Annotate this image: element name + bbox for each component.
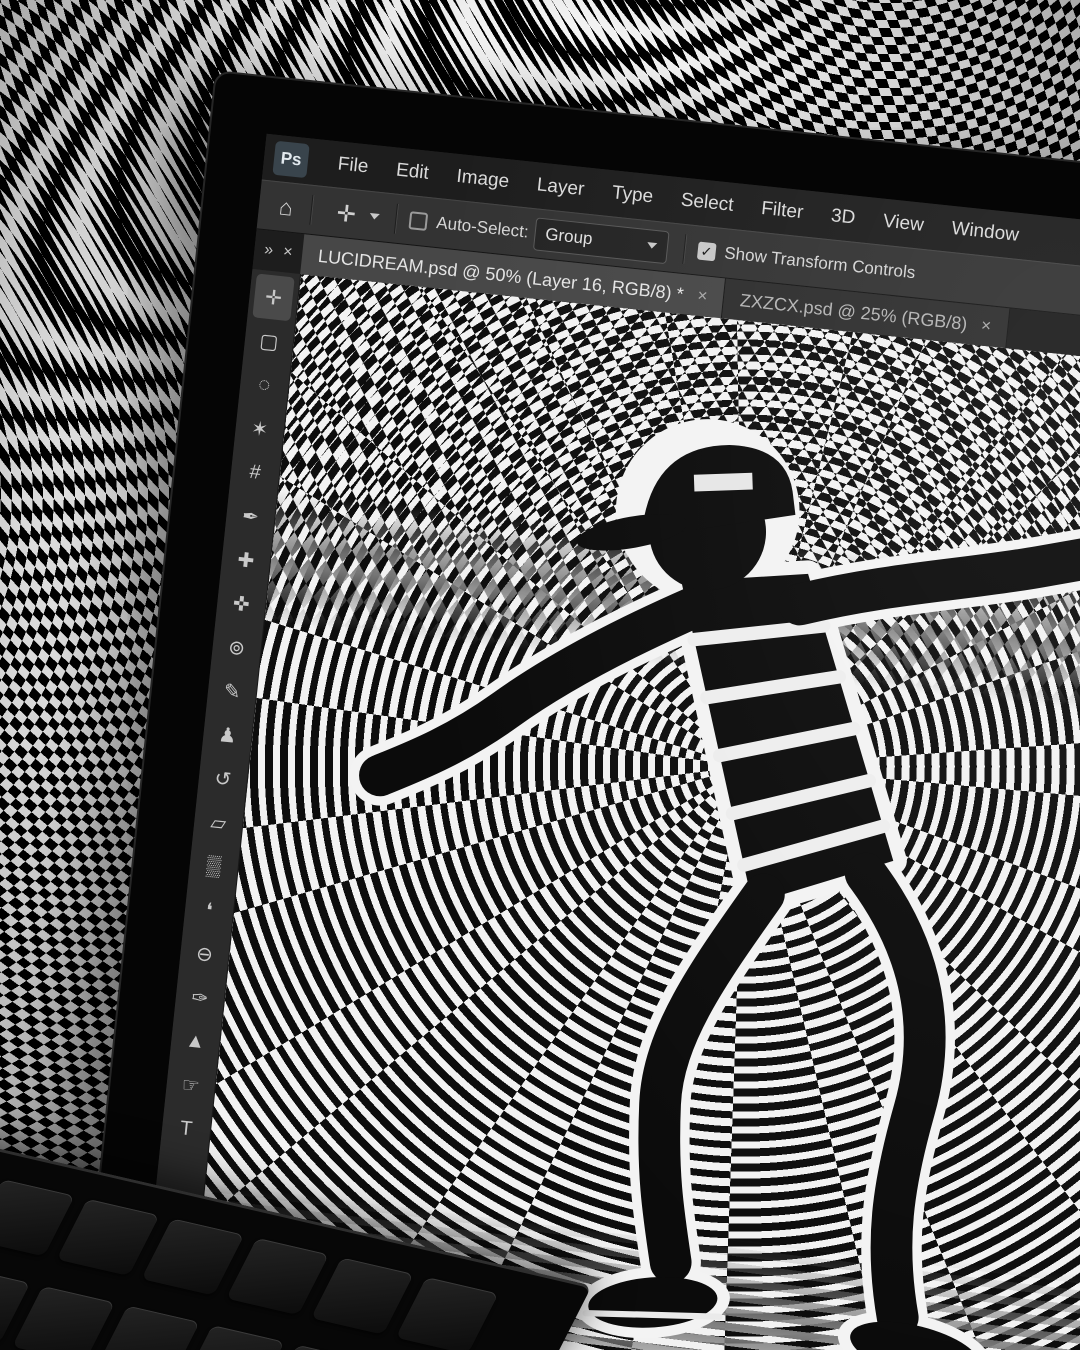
chevron-down-icon xyxy=(369,212,381,221)
keyboard-key xyxy=(97,1305,201,1350)
dodge-tool[interactable]: ⊖ xyxy=(183,930,225,978)
document-canvas[interactable] xyxy=(164,274,1080,1350)
keyboard-key xyxy=(12,1285,116,1350)
crop-tool-icon: # xyxy=(248,460,262,484)
eyedropper-tool[interactable]: ✒ xyxy=(229,492,271,540)
type-tool[interactable]: T xyxy=(165,1105,207,1153)
type-tool-icon: T xyxy=(178,1116,194,1140)
patch-tool-icon: ✜ xyxy=(231,592,251,616)
menu-item[interactable]: Image xyxy=(441,164,524,194)
gradient-tool-icon: ▒ xyxy=(205,854,223,878)
workspace: ✛ ▢ ◌ ✶ # ✒ ✚ ✜ ⊚ ✎ ♟ ↺ ▱ ▒ ❛ ⊖ ✑ ▲ ☞ T xyxy=(116,268,1080,1350)
history-brush-tool-icon: ↺ xyxy=(213,767,233,792)
history-brush-tool[interactable]: ↺ xyxy=(202,755,244,803)
keyboard-key xyxy=(141,1218,245,1296)
menu-item[interactable]: Window xyxy=(936,216,1033,248)
clone-stamp-tool[interactable]: ♟ xyxy=(206,711,248,759)
lasso-tool[interactable]: ◌ xyxy=(243,361,285,409)
photo-composition: Ps File Edit Image Layer Type Select Fil… xyxy=(0,0,1080,1350)
hand-tool[interactable]: ☞ xyxy=(170,1061,212,1109)
keyboard-key xyxy=(310,1257,414,1335)
keyboard-key xyxy=(181,1324,285,1350)
menu-item[interactable]: Edit xyxy=(381,158,444,186)
eyedropper-tool-icon: ✒ xyxy=(241,504,260,529)
move-tool-icon: ✛ xyxy=(264,286,283,310)
magic-wand-tool[interactable]: ✶ xyxy=(239,405,281,453)
menu-item[interactable]: Type xyxy=(597,181,668,210)
crop-tool[interactable]: # xyxy=(234,449,276,497)
patch-tool[interactable]: ✜ xyxy=(220,580,262,628)
shape-tool[interactable]: ▲ xyxy=(174,1017,216,1065)
hand-tool-icon: ☞ xyxy=(180,1073,201,1098)
keyboard-key xyxy=(56,1198,160,1276)
photoshop-logo: Ps xyxy=(272,140,310,179)
brush-tool-icon: ✎ xyxy=(222,679,242,704)
chevron-down-icon xyxy=(646,242,658,250)
separator xyxy=(682,234,688,265)
close-panel-icon[interactable]: × xyxy=(282,243,293,262)
magic-wand-tool-icon: ✶ xyxy=(250,417,270,441)
show-transform-label: Show Transform Controls xyxy=(723,243,917,283)
auto-select-checkbox[interactable] xyxy=(408,211,429,231)
photoshop-window: Ps File Edit Image Layer Type Select Fil… xyxy=(116,133,1080,1350)
menu-item[interactable]: View xyxy=(868,209,939,238)
eraser-tool-icon: ▱ xyxy=(209,811,228,835)
skateboarder-artwork xyxy=(349,419,1080,1350)
healing-brush-tool[interactable]: ✚ xyxy=(225,536,267,584)
tab-close-icon[interactable]: × xyxy=(980,316,992,337)
menu-item[interactable]: Layer xyxy=(522,173,599,203)
auto-select-label: Auto-Select: xyxy=(435,213,530,242)
brush-tool[interactable]: ✎ xyxy=(211,667,253,715)
dodge-tool-icon: ⊖ xyxy=(195,942,214,967)
spot-selection-tool-icon: ⊚ xyxy=(227,636,247,660)
blur-tool[interactable]: ❛ xyxy=(188,886,230,934)
menu-item[interactable]: 3D xyxy=(816,204,870,231)
healing-brush-tool-icon: ✚ xyxy=(236,548,256,573)
dropdown-value: Group xyxy=(544,224,594,249)
move-tool-preset[interactable]: ✛ xyxy=(321,198,387,231)
clone-stamp-tool-icon: ♟ xyxy=(217,723,238,748)
tool-panel-controls: » × xyxy=(252,229,304,274)
gradient-tool[interactable]: ▒ xyxy=(193,842,235,890)
laptop-screen: Ps File Edit Image Layer Type Select Fil… xyxy=(58,70,1080,1350)
auto-select-target-dropdown[interactable]: Group xyxy=(532,216,670,264)
blur-tool-icon: ❛ xyxy=(204,899,214,922)
show-transform-checkbox[interactable]: ✓ xyxy=(696,241,717,262)
keyboard-key xyxy=(395,1277,499,1350)
spot-selection-tool[interactable]: ⊚ xyxy=(216,624,258,672)
home-icon[interactable]: ⌂ xyxy=(270,192,303,222)
menu-item[interactable]: File xyxy=(323,152,384,180)
menu-item[interactable]: Filter xyxy=(746,196,818,225)
eraser-tool[interactable]: ▱ xyxy=(197,799,239,847)
move-tool[interactable]: ✛ xyxy=(252,273,295,322)
rectangular-marquee-tool[interactable]: ▢ xyxy=(248,317,290,365)
separator xyxy=(309,194,315,225)
menu-item[interactable]: Select xyxy=(666,188,749,218)
separator xyxy=(394,203,400,234)
lasso-tool-icon: ◌ xyxy=(257,372,272,396)
move-tool-icon: ✛ xyxy=(335,199,358,227)
keyboard-key xyxy=(226,1237,330,1316)
pen-tool-icon: ✑ xyxy=(190,986,210,1010)
tab-close-icon[interactable]: × xyxy=(696,286,709,307)
pen-tool[interactable]: ✑ xyxy=(179,974,221,1022)
shape-tool-icon: ▲ xyxy=(184,1028,207,1053)
collapse-panel-icon[interactable]: » xyxy=(263,241,274,260)
rectangular-marquee-tool-icon: ▢ xyxy=(258,329,280,354)
